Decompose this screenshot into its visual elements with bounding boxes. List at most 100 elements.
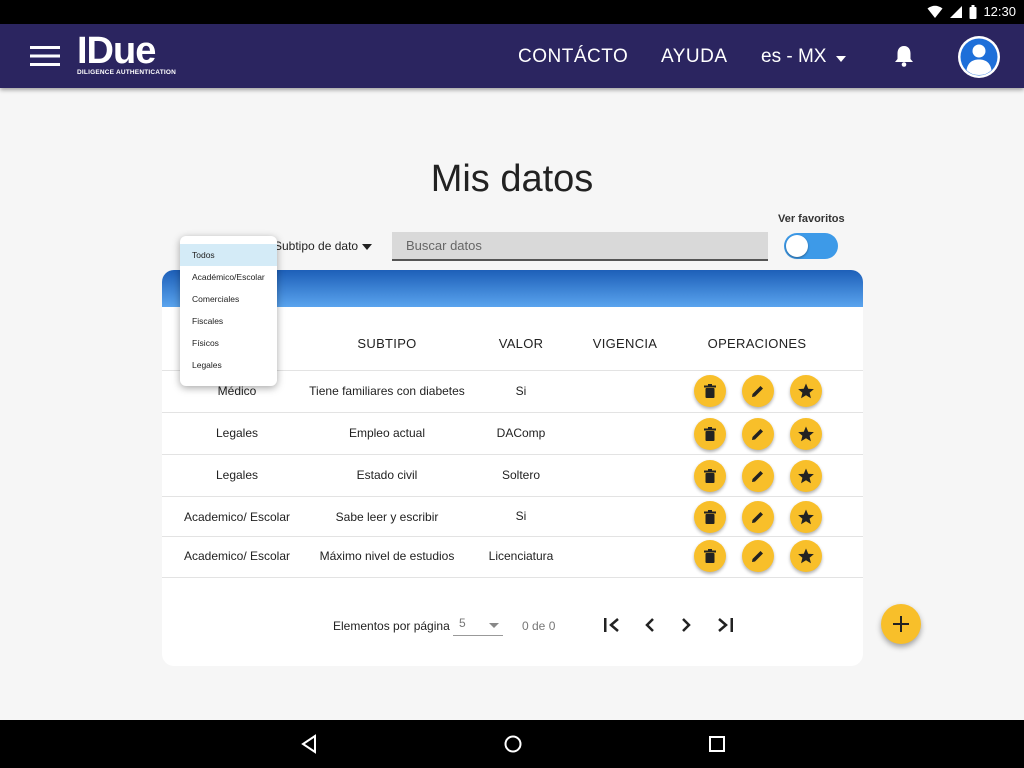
nav-contact-link[interactable]: CONTÁCTO (518, 46, 628, 68)
caret-down-icon (362, 239, 373, 253)
table-row: Academico/ Escolar Máximo nivel de estud… (162, 536, 863, 578)
toggle-knob (786, 235, 808, 257)
cell-tipo: Legales (215, 468, 259, 482)
home-icon[interactable] (503, 734, 523, 754)
wifi-icon (927, 5, 943, 19)
cell-valor: Licenciatura (488, 549, 554, 563)
cell-tipo: Médico (217, 384, 257, 398)
dropdown-item-fisicos[interactable]: Físicos (180, 332, 277, 354)
first-page-icon[interactable] (600, 613, 624, 637)
edit-button[interactable] (742, 501, 774, 533)
dropdown-item-comerciales[interactable]: Comerciales (180, 288, 277, 310)
column-header-subtipo: SUBTIPO (357, 336, 417, 351)
chevron-down-icon (836, 46, 847, 68)
favorite-button[interactable] (790, 460, 822, 492)
cell-valor: Si (515, 384, 527, 398)
caret-down-icon (489, 623, 499, 628)
cell-valor: Soltero (501, 468, 541, 482)
table-row: Academico/ Escolar Sabe leer y escribir … (162, 496, 863, 536)
items-per-page-value: 5 (459, 616, 466, 630)
favorites-toggle[interactable] (784, 233, 838, 259)
app-bar: IDue DILIGENCE AUTHENTICATION CONTÁCTO A… (0, 24, 1024, 88)
hamburger-menu-icon[interactable] (30, 44, 60, 68)
last-page-icon[interactable] (713, 613, 737, 637)
trash-icon (704, 549, 716, 563)
star-icon (798, 509, 814, 525)
pencil-icon (752, 429, 763, 440)
page-title: Mis datos (430, 158, 594, 200)
edit-button[interactable] (742, 418, 774, 450)
favorites-toggle-label: Ver favoritos (778, 213, 845, 225)
table-row: Legales Empleo actual DAComp (162, 412, 863, 454)
battery-icon (969, 4, 977, 19)
subtipo-dropdown-menu: Todos Académico/Escolar Comerciales Fisc… (180, 236, 277, 386)
column-header-valor: VALOR (498, 336, 544, 351)
previous-page-icon[interactable] (638, 613, 662, 637)
cell-tipo: Academico/ Escolar (183, 549, 291, 563)
dropdown-item-todos[interactable]: Todos (180, 244, 277, 266)
delete-button[interactable] (694, 418, 726, 450)
pencil-icon (752, 471, 763, 482)
nav-help-link[interactable]: AYUDA (661, 46, 728, 68)
cell-tipo: Academico/ Escolar (183, 510, 291, 524)
favorite-button[interactable] (790, 540, 822, 572)
app-logo[interactable]: IDue DILIGENCE AUTHENTICATION (77, 30, 177, 76)
trash-icon (704, 469, 716, 483)
column-header-vigencia: VIGENCIA (592, 336, 658, 351)
items-per-page-label: Elementos por página (333, 619, 450, 633)
pencil-icon (752, 551, 763, 562)
cell-valor: Si (515, 509, 527, 523)
clock-time: 12:30 (983, 4, 1016, 19)
star-icon (798, 383, 814, 399)
trash-icon (704, 384, 716, 398)
edit-button[interactable] (742, 540, 774, 572)
cell-subtipo: Empleo actual (348, 426, 426, 440)
table-row: Legales Estado civil Soltero (162, 454, 863, 496)
search-input[interactable] (392, 232, 768, 261)
trash-icon (704, 510, 716, 524)
delete-button[interactable] (694, 540, 726, 572)
column-header-operaciones: OPERACIONES (707, 336, 807, 351)
delete-button[interactable] (694, 460, 726, 492)
delete-button[interactable] (694, 375, 726, 407)
signal-icon (949, 5, 963, 19)
language-selector[interactable]: es - MX (761, 46, 847, 68)
status-bar: 12:30 (0, 0, 1024, 24)
favorite-button[interactable] (790, 375, 822, 407)
pencil-icon (752, 512, 763, 523)
star-icon (798, 548, 814, 564)
language-label: es - MX (761, 46, 827, 67)
cell-subtipo: Máximo nivel de estudios (319, 549, 455, 563)
star-icon (798, 426, 814, 442)
cell-subtipo: Tiene familiares con diabetes (309, 384, 465, 398)
items-per-page-select[interactable]: 5 (453, 616, 503, 636)
edit-button[interactable] (742, 375, 774, 407)
pagination-range: 0 de 0 (522, 619, 556, 633)
notifications-bell-icon[interactable] (893, 44, 915, 68)
cell-subtipo: Sabe leer y escribir (335, 510, 439, 524)
favorite-button[interactable] (790, 418, 822, 450)
dropdown-item-fiscales[interactable]: Fiscales (180, 310, 277, 332)
system-navigation-bar (0, 720, 1024, 768)
pencil-icon (752, 386, 763, 397)
cell-subtipo: Estado civil (356, 468, 418, 482)
edit-button[interactable] (742, 460, 774, 492)
subtipo-filter[interactable]: Subtipo de dato (274, 239, 373, 253)
cell-valor: DAComp (496, 426, 546, 440)
logo-text: IDue (77, 30, 156, 72)
plus-icon (893, 616, 909, 632)
star-icon (798, 468, 814, 484)
add-data-button[interactable] (881, 604, 921, 644)
next-page-icon[interactable] (674, 613, 698, 637)
recents-icon[interactable] (707, 734, 727, 754)
cell-tipo: Legales (215, 426, 259, 440)
dropdown-item-legales[interactable]: Legales (180, 354, 277, 376)
subtipo-filter-label: Subtipo de dato (274, 239, 359, 253)
delete-button[interactable] (694, 501, 726, 533)
favorite-button[interactable] (790, 501, 822, 533)
back-icon[interactable] (300, 734, 320, 754)
dropdown-item-academico[interactable]: Académico/Escolar (180, 266, 277, 288)
trash-icon (704, 427, 716, 441)
user-avatar-icon[interactable] (958, 36, 1000, 78)
logo-tagline: DILIGENCE AUTHENTICATION (77, 69, 177, 76)
